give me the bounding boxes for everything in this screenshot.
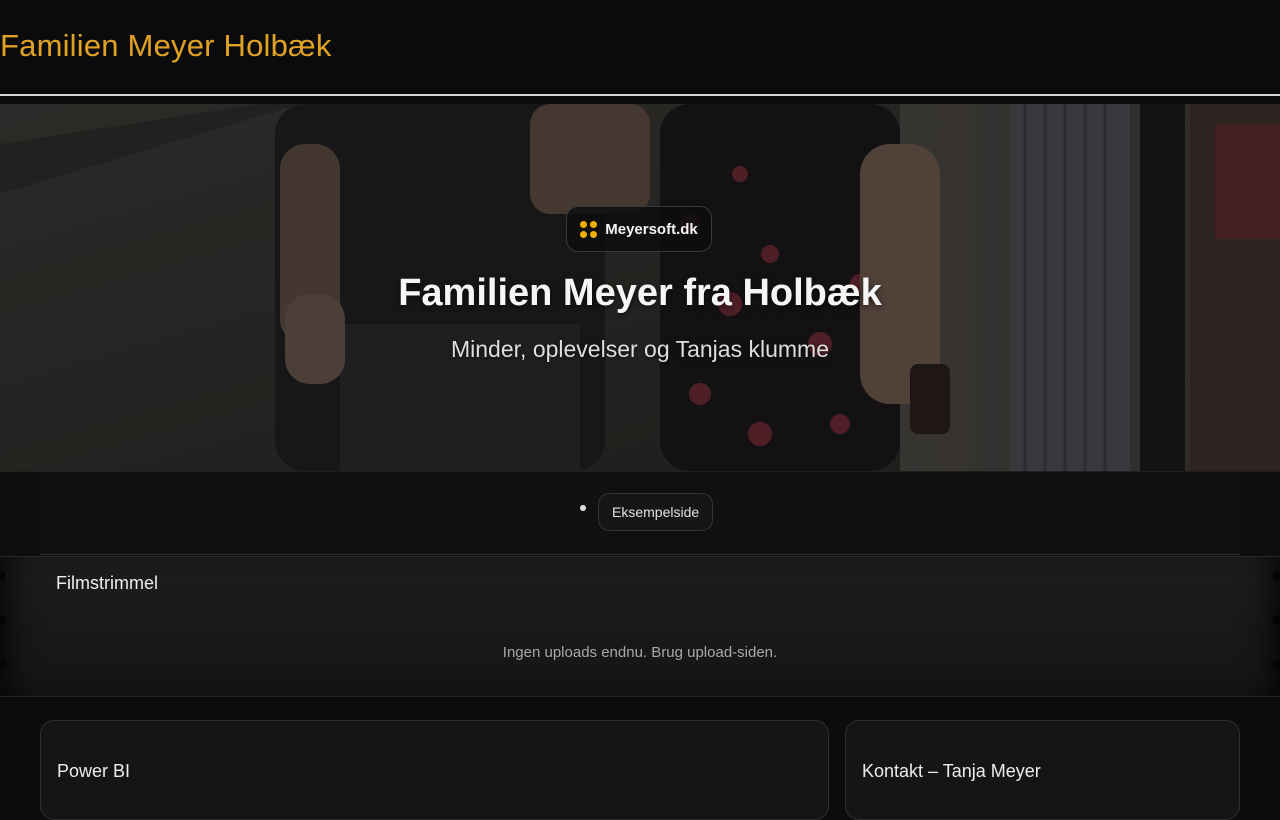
nav-link-eksempelside[interactable]: Eksempelside (598, 493, 714, 531)
film-perforation (1272, 615, 1280, 625)
power-bi-card-title: Power BI (57, 761, 131, 781)
hero-title: Familien Meyer fra Holbæk (398, 272, 882, 314)
list-bullet (580, 505, 586, 511)
page-nav: Eksempelside (0, 472, 1280, 555)
four-dots-logo-icon (580, 220, 598, 238)
site-title-link[interactable]: Familien Meyer Holbæk (0, 28, 332, 64)
hero-subtitle: Minder, oplevelser og Tanjas klumme (451, 336, 829, 362)
contact-card-title: Kontakt – Tanja Meyer (862, 761, 1041, 781)
filmstrip-section: Filmstrimmel Ingen uploads endnu. Brug u… (0, 556, 1280, 697)
filmstrip-title: Filmstrimmel (56, 573, 158, 593)
contact-card: Kontakt – Tanja Meyer (845, 720, 1240, 820)
film-perforation (1272, 571, 1280, 581)
filmstrip-empty-message: Ingen uploads endnu. Brug upload-siden. (502, 644, 778, 661)
hero-banner: Meyersoft.dk Familien Meyer fra Holbæk M… (0, 104, 1280, 472)
page-nav-list: Eksempelside (40, 472, 1240, 555)
film-perforation (0, 571, 6, 581)
site-header: Familien Meyer Holbæk (0, 0, 1280, 96)
brand-badge[interactable]: Meyersoft.dk (566, 206, 712, 252)
film-perforation (0, 615, 6, 625)
brand-badge-label: Meyersoft.dk (605, 220, 698, 238)
power-bi-card: Power BI (40, 720, 829, 820)
